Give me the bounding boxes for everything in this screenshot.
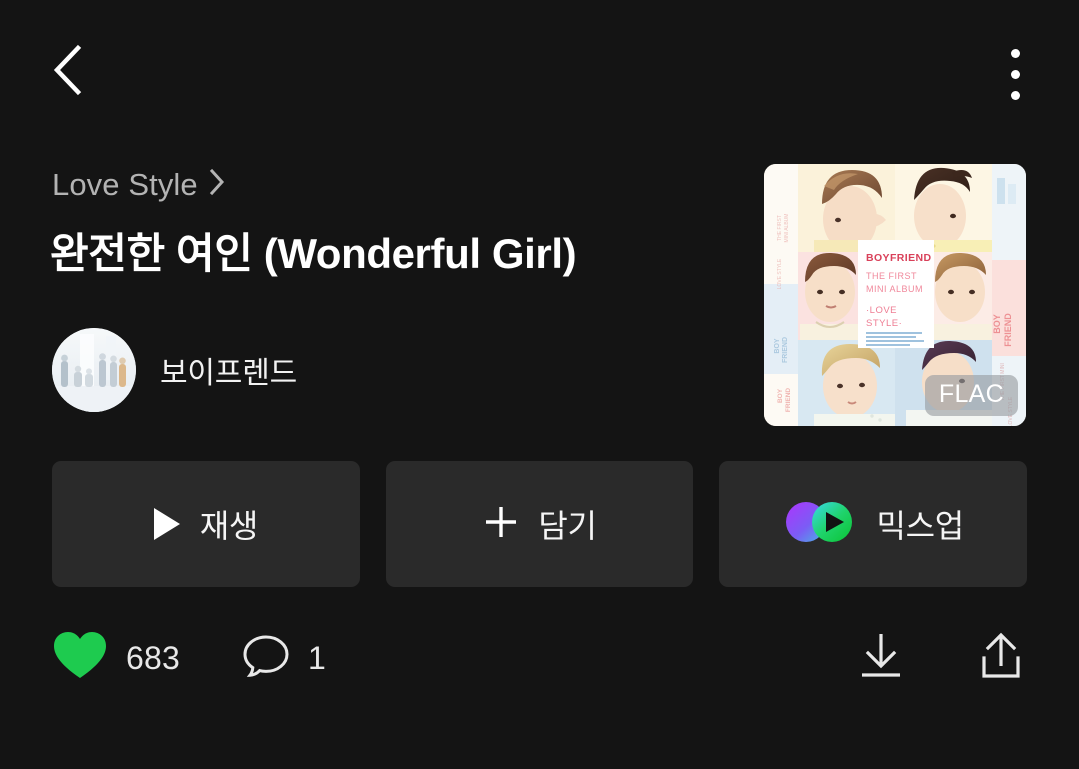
stats-right-actions — [855, 630, 1027, 687]
svg-text:BOY: BOY — [992, 314, 1002, 334]
artist-row[interactable]: 보이프렌드 — [52, 328, 297, 412]
comment-count: 1 — [308, 639, 326, 676]
kebab-menu-icon — [1010, 69, 1020, 79]
svg-text:MINI ALBUM: MINI ALBUM — [784, 214, 790, 243]
like-count: 683 — [126, 639, 180, 676]
download-button[interactable] — [855, 630, 907, 687]
artist-name: 보이프렌드 — [160, 357, 297, 390]
comment-button[interactable]: 1 — [242, 632, 326, 685]
plus-icon — [482, 503, 520, 546]
breadcrumb-album-label: Love Style — [52, 167, 198, 202]
overflow-menu-button[interactable] — [989, 36, 1041, 112]
chevron-left-icon — [51, 44, 85, 96]
stats-row: 683 1 — [52, 622, 1027, 694]
svg-text:STYLE·: STYLE· — [866, 318, 902, 329]
mixup-button-label: 믹스업 — [876, 508, 964, 544]
album-cover[interactable]: THE FIRST MINI ALBUM LOVE STYLE BOY FRIE… — [764, 164, 1026, 426]
share-button[interactable] — [975, 630, 1027, 687]
svg-text:·LOVE: ·LOVE — [866, 305, 897, 316]
back-button[interactable] — [38, 40, 98, 100]
top-bar — [0, 0, 1079, 130]
share-icon — [975, 630, 1027, 687]
like-button[interactable]: 683 — [52, 631, 180, 686]
svg-text:LOVE STYLE: LOVE STYLE — [777, 258, 783, 289]
svg-text:FRIEND: FRIEND — [785, 388, 792, 413]
svg-text:BOYFRIEND: BOYFRIEND — [866, 252, 931, 264]
svg-text:FRIEND: FRIEND — [782, 337, 789, 363]
svg-text:THE FIRST: THE FIRST — [777, 215, 783, 241]
song-detail-screen: Love Style 완전한 여인 (Wonderful Girl) 보이프렌드… — [0, 0, 1079, 769]
action-button-row: 재생 담기 믹스업 — [52, 461, 1028, 587]
svg-text:BOY: BOY — [777, 388, 784, 403]
download-icon — [855, 630, 907, 687]
status-badge: FLAC — [924, 375, 1018, 416]
kebab-menu-icon — [1010, 48, 1020, 58]
kebab-menu-icon — [1010, 90, 1020, 100]
chevron-right-icon — [209, 168, 225, 201]
play-icon — [153, 508, 180, 540]
heart-icon — [52, 631, 108, 686]
artist-avatar — [52, 328, 136, 412]
page-title: 완전한 여인 (Wonderful Girl) — [50, 230, 577, 277]
svg-text:MINI ALBUM: MINI ALBUM — [866, 284, 923, 294]
avatar — [52, 328, 136, 412]
svg-text:BOY: BOY — [774, 338, 781, 354]
svg-text:THE FIRST: THE FIRST — [866, 271, 917, 281]
play-button[interactable]: 재생 — [52, 461, 360, 587]
add-to-playlist-button[interactable]: 담기 — [385, 461, 694, 587]
mixup-button[interactable]: 믹스업 — [719, 461, 1028, 587]
add-to-playlist-button-label: 담기 — [538, 508, 597, 544]
svg-text:FRIEND: FRIEND — [1003, 313, 1013, 347]
breadcrumb[interactable]: Love Style — [52, 168, 225, 201]
mixup-icon — [782, 498, 858, 551]
play-button-label: 재생 — [199, 508, 259, 544]
comment-bubble-icon — [242, 632, 290, 685]
